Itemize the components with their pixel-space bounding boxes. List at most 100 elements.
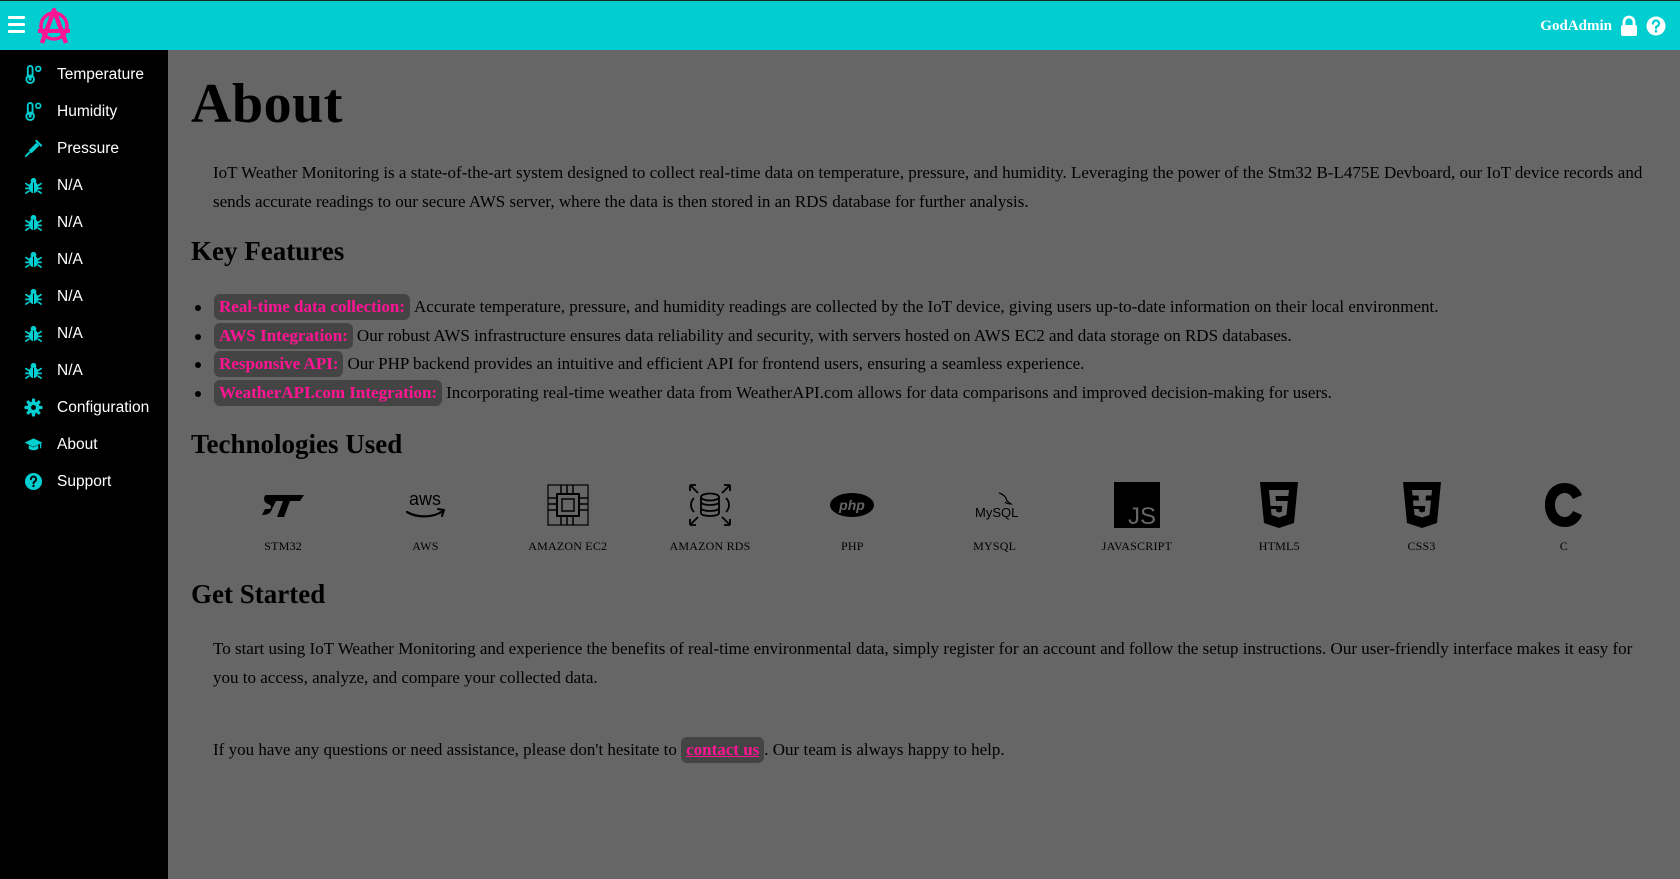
chip-icon bbox=[543, 480, 593, 530]
tech-item-html5: HTML5 bbox=[1208, 480, 1350, 554]
sidebar-item-label: Configuration bbox=[57, 398, 150, 416]
sidebar-item-label: N/A bbox=[57, 250, 83, 268]
sidebar-item-label: Pressure bbox=[57, 139, 120, 157]
feature-text: Our robust AWS infrastructure ensures da… bbox=[356, 325, 1292, 345]
sidebar-item-label: N/A bbox=[57, 324, 83, 342]
sidebar-item-label: N/A bbox=[57, 176, 83, 194]
tech-label: AMAZON RDS bbox=[669, 539, 751, 553]
php-logo-icon: php bbox=[827, 480, 877, 530]
mysql-logo-icon: MySQL bbox=[970, 480, 1020, 530]
tech-label: CSS3 bbox=[1407, 539, 1436, 553]
top-navbar: GodAdmin bbox=[0, 0, 1680, 50]
tech-item-amazon-ec2: AMAZON EC2 bbox=[497, 480, 639, 554]
sidebar-item-pressure[interactable]: Pressure bbox=[0, 130, 168, 167]
sidebar-item-na-1[interactable]: N/A bbox=[0, 167, 168, 204]
bug-icon bbox=[25, 214, 42, 231]
sidebar-item-na-6[interactable]: N/A bbox=[0, 352, 168, 389]
svg-text:MySQL: MySQL bbox=[975, 505, 1018, 520]
bug-icon bbox=[25, 251, 42, 268]
contact-text-after: . Our team is always happy to help. bbox=[764, 740, 1005, 759]
css3-logo-icon bbox=[1397, 480, 1447, 530]
sidebar-item-about[interactable]: About bbox=[0, 426, 168, 463]
syringe-icon bbox=[24, 139, 43, 158]
sidebar-item-label: Support bbox=[57, 472, 112, 490]
tech-item-css3: CSS3 bbox=[1350, 480, 1492, 554]
tech-label: STM32 bbox=[264, 539, 302, 553]
feature-text: Accurate temperature, pressure, and humi… bbox=[414, 297, 1439, 316]
tech-label: AMAZON EC2 bbox=[528, 539, 608, 553]
sidebar-item-label: About bbox=[57, 435, 98, 453]
js-logo-icon: JS bbox=[1112, 480, 1162, 530]
tech-label: AWS bbox=[412, 539, 439, 553]
sidebar-item-label: N/A bbox=[57, 213, 83, 231]
feature-text: Incorporating real-time weather data fro… bbox=[446, 382, 1332, 402]
sidebar-item-configuration[interactable]: Configuration bbox=[0, 389, 168, 426]
key-features-heading: Key Features bbox=[191, 236, 345, 266]
page-title: About bbox=[191, 73, 343, 135]
bug-icon bbox=[25, 325, 42, 342]
username-label[interactable]: GodAdmin bbox=[1540, 18, 1612, 35]
feature-title: WeatherAPI.com Integration: bbox=[214, 379, 443, 406]
list-item: WeatherAPI.com Integration: Incorporating… bbox=[194, 379, 1654, 408]
sidebar-item-support[interactable]: Support bbox=[0, 463, 168, 500]
question-circle-icon[interactable] bbox=[1646, 16, 1666, 36]
user-area: GodAdmin bbox=[1540, 13, 1666, 39]
svg-text:aws: aws bbox=[409, 489, 441, 509]
stm32-logo-icon bbox=[258, 480, 308, 530]
tech-item-stm32: STM32 bbox=[212, 480, 354, 554]
bug-icon bbox=[25, 177, 42, 194]
hamburger-menu-icon[interactable] bbox=[8, 16, 25, 34]
feature-title: Real-time data collection: bbox=[214, 294, 410, 320]
main-content: About IoT Weather Monitoring is a state-… bbox=[168, 50, 1680, 879]
feature-title: AWS Integration: bbox=[214, 322, 353, 349]
tech-item-aws: aws AWS bbox=[354, 480, 496, 554]
gear-icon bbox=[24, 398, 43, 417]
tech-item-php: php PHP bbox=[781, 480, 923, 554]
database-icon bbox=[685, 480, 735, 530]
sidebar-item-humidity[interactable]: Humidity bbox=[0, 93, 168, 130]
aws-logo-icon: aws bbox=[400, 480, 450, 530]
features-list: Real-time data collection: Accurate tempe… bbox=[194, 293, 1654, 407]
sidebar-item-label: Temperature bbox=[57, 65, 145, 83]
sidebar-item-temperature[interactable]: Temperature bbox=[0, 56, 168, 93]
svg-text:php: php bbox=[839, 497, 866, 513]
sidebar-item-label: Humidity bbox=[57, 102, 118, 120]
get-started-paragraph: To start using IoT Weather Monitoring an… bbox=[213, 639, 1633, 687]
contact-text-before: If you have any questions or need assist… bbox=[213, 740, 682, 759]
feature-text: Our PHP backend provides an intuitive an… bbox=[347, 354, 1085, 373]
c-logo-icon bbox=[1539, 480, 1589, 530]
sidebar-item-na-2[interactable]: N/A bbox=[0, 204, 168, 241]
get-started-heading: Get Started bbox=[191, 579, 326, 609]
sidebar-item-na-3[interactable]: N/A bbox=[0, 241, 168, 278]
list-item: AWS Integration: Our robust AWS infrastru… bbox=[194, 322, 1654, 351]
question-circle-icon bbox=[24, 472, 43, 491]
sidebar-item-label: N/A bbox=[57, 287, 83, 305]
sidebar: Temperature Humidity Pressure N/A N/A N/… bbox=[0, 50, 168, 879]
contact-us-link[interactable]: contact us bbox=[681, 737, 765, 763]
tech-item-javascript: JS JAVASCRIPT bbox=[1066, 480, 1208, 554]
tech-label: MYSQL bbox=[973, 539, 1017, 553]
feature-title: Responsive API: bbox=[214, 351, 344, 377]
tech-label: JAVASCRIPT bbox=[1101, 539, 1173, 553]
tech-label: PHP bbox=[841, 539, 864, 553]
tech-item-c: C bbox=[1493, 480, 1635, 554]
bug-icon bbox=[25, 362, 42, 379]
bug-icon bbox=[25, 288, 42, 305]
graduation-cap-icon bbox=[24, 438, 43, 451]
tech-item-mysql: MySQL MYSQL bbox=[923, 480, 1065, 554]
svg-text:JS: JS bbox=[1128, 503, 1156, 528]
html5-logo-icon bbox=[1254, 480, 1304, 530]
tech-label: C bbox=[1559, 539, 1568, 553]
sidebar-item-na-4[interactable]: N/A bbox=[0, 278, 168, 315]
thermometer-icon bbox=[25, 102, 42, 121]
tech-label: HTML5 bbox=[1258, 539, 1300, 553]
anarchy-a-logo[interactable] bbox=[34, 7, 74, 45]
intro-paragraph: IoT Weather Monitoring is a state-of-the… bbox=[213, 163, 1643, 211]
sidebar-item-na-5[interactable]: N/A bbox=[0, 315, 168, 352]
technologies-heading: Technologies Used bbox=[191, 429, 403, 459]
list-item: Real-time data collection: Accurate tempe… bbox=[194, 293, 1654, 322]
lock-icon[interactable] bbox=[1620, 15, 1638, 37]
tech-item-amazon-rds: AMAZON RDS bbox=[639, 480, 781, 554]
sidebar-item-label: N/A bbox=[57, 361, 83, 379]
thermometer-icon bbox=[25, 65, 42, 84]
